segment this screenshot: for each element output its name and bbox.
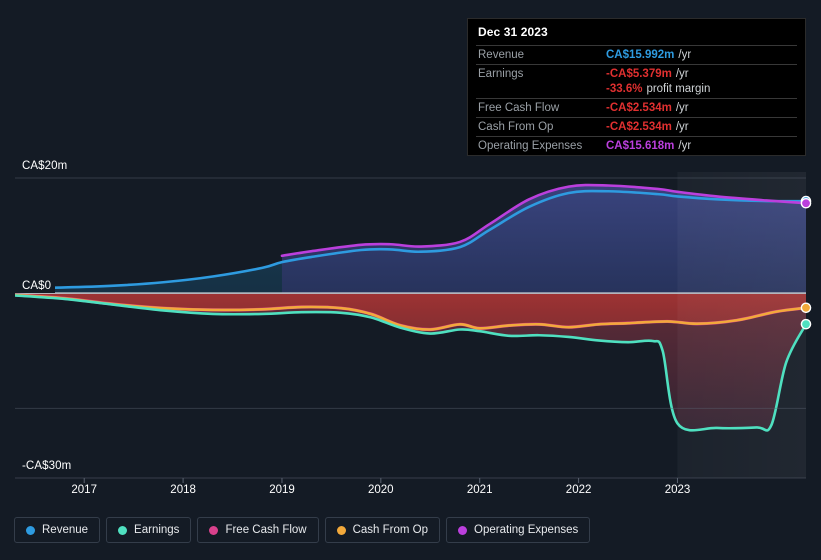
tooltip-row-value: -CA$2.534m bbox=[606, 102, 672, 114]
legend-item-label: Earnings bbox=[134, 524, 180, 536]
x-axis-tick-2022: 2022 bbox=[565, 484, 592, 496]
y-axis-label-bottom: -CA$30m bbox=[0, 459, 76, 473]
tooltip-row-label: Revenue bbox=[478, 49, 525, 61]
tooltip-row-unit: /yr bbox=[678, 49, 692, 61]
legend-item-cash-from-op[interactable]: Cash From Op bbox=[324, 517, 441, 543]
tooltip-row-label: Earnings bbox=[478, 68, 524, 80]
legend-item-label: Cash From Op bbox=[352, 524, 429, 536]
tooltip-row-label: Free Cash Flow bbox=[478, 102, 560, 114]
chart-legend[interactable]: Revenue Earnings Free Cash Flow Cash From O… bbox=[14, 517, 591, 543]
y-axis-label-top: CA$20m bbox=[0, 159, 72, 173]
legend-color-dot-icon bbox=[118, 525, 128, 535]
tooltip-row-unit: /yr bbox=[675, 121, 689, 133]
legend-item-revenue[interactable]: Revenue bbox=[14, 517, 101, 543]
legend-color-dot-icon bbox=[209, 525, 219, 535]
tooltip-row: Operating Expenses CA$15.618m/yr bbox=[476, 136, 797, 155]
tooltip-row-unit: /yr bbox=[675, 68, 689, 80]
tooltip-row-value: CA$15.992m bbox=[606, 49, 675, 61]
legend-item-operating-expenses[interactable]: Operating Expenses bbox=[446, 517, 591, 543]
data-tooltip: Dec 31 2023 Revenue CA$15.992m/yr Earnings… bbox=[467, 18, 806, 156]
legend-item-free-cash-flow[interactable]: Free Cash Flow bbox=[197, 517, 319, 543]
tooltip-row-label: Operating Expenses bbox=[478, 140, 583, 152]
cash-from-op-endpoint-marker bbox=[800, 302, 812, 314]
financial-chart-widget: CA$20m CA$0 -CA$30m 2017 2018 2019 2020 2021… bbox=[0, 0, 821, 560]
tooltip-row: Revenue CA$15.992m/yr bbox=[476, 45, 797, 64]
x-axis-tick-2023: 2023 bbox=[664, 484, 691, 496]
tooltip-row: Free Cash Flow -CA$2.534m/yr bbox=[476, 98, 797, 117]
legend-color-dot-icon bbox=[26, 525, 35, 535]
tooltip-rows: Revenue CA$15.992m/yr Earnings -CA$5.379m/y… bbox=[476, 45, 797, 155]
tooltip-row-value: -CA$2.534m bbox=[606, 121, 672, 133]
x-axis-tick-2017: 2017 bbox=[71, 484, 97, 496]
tooltip-row-value: -CA$5.379m bbox=[606, 68, 672, 80]
y-axis-label-zero: CA$0 bbox=[0, 279, 56, 293]
legend-color-dot-icon bbox=[336, 525, 346, 535]
x-axis-tick-2019: 2019 bbox=[269, 484, 295, 496]
tooltip-title: Dec 31 2023 bbox=[478, 25, 548, 39]
tooltip-row-unit: profit margin bbox=[646, 83, 711, 95]
legend-item-earnings[interactable]: Earnings bbox=[106, 517, 192, 543]
legend-item-label: Operating Expenses bbox=[474, 524, 579, 536]
tooltip-row-unit: /yr bbox=[678, 140, 692, 152]
operating-expenses-endpoint-marker bbox=[800, 197, 812, 209]
tooltip-row-value: CA$15.618m bbox=[606, 140, 675, 152]
tooltip-row: Earnings -CA$5.379m/yr bbox=[476, 64, 797, 83]
legend-item-label: Revenue bbox=[42, 524, 89, 536]
tooltip-row-value: -33.6% bbox=[606, 83, 643, 95]
legend-color-dot-icon bbox=[458, 525, 468, 535]
tooltip-row-label: Cash From Op bbox=[478, 121, 554, 133]
tooltip-row: -33.6% profit margin bbox=[476, 83, 797, 98]
tooltip-row: Cash From Op -CA$2.534m/yr bbox=[476, 117, 797, 136]
x-axis-tick-2021: 2021 bbox=[466, 484, 493, 496]
tooltip-row-unit: /yr bbox=[675, 102, 689, 114]
legend-item-label: Free Cash Flow bbox=[225, 524, 307, 536]
earnings-endpoint-marker bbox=[800, 318, 812, 330]
x-axis-tick-2020: 2020 bbox=[368, 484, 394, 496]
x-axis-tick-2018: 2018 bbox=[170, 484, 196, 496]
